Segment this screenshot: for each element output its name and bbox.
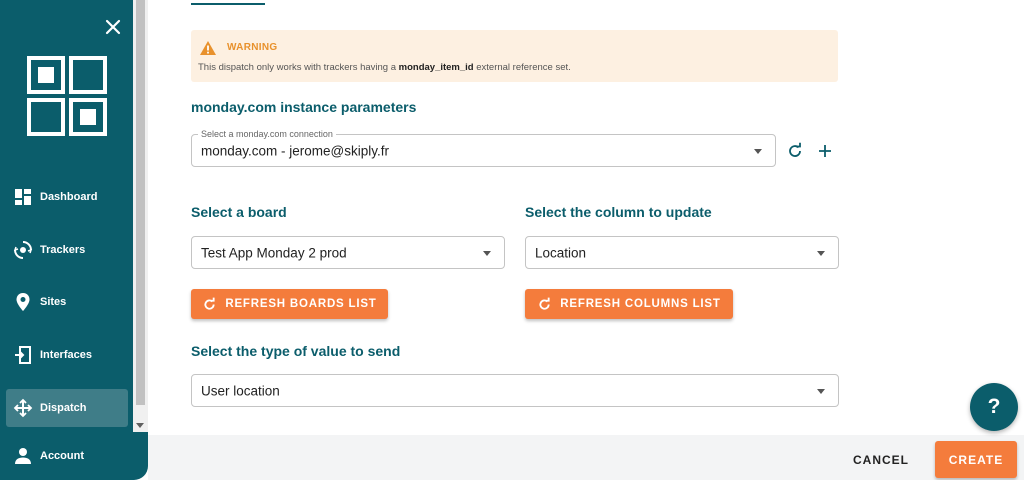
sidebar-item-account[interactable]: Account bbox=[6, 437, 128, 475]
close-icon[interactable] bbox=[103, 17, 123, 37]
refresh-boards-button[interactable]: REFRESH BOARDS LIST bbox=[191, 289, 388, 319]
cancel-button[interactable]: CANCEL bbox=[846, 445, 916, 475]
add-connection-button[interactable] bbox=[815, 141, 835, 161]
warning-icon bbox=[199, 40, 217, 61]
dispatch-icon bbox=[13, 398, 33, 418]
value-type-select[interactable]: User location bbox=[191, 374, 839, 407]
connection-select-value: monday.com - jerome@skiply.fr bbox=[201, 143, 389, 158]
interface-icon bbox=[13, 345, 33, 365]
chevron-down-icon bbox=[483, 250, 491, 256]
sidebar-item-label: Sites bbox=[40, 296, 67, 308]
board-select-value: Test App Monday 2 prod bbox=[201, 245, 347, 260]
chevron-down-icon bbox=[817, 250, 825, 256]
sidebar-item-label: Trackers bbox=[40, 244, 86, 256]
board-select[interactable]: Test App Monday 2 prod bbox=[191, 236, 505, 269]
scrollbar-thumb[interactable] bbox=[136, 0, 145, 405]
value-type-section-title: Select the type of value to send bbox=[191, 343, 401, 359]
help-button[interactable]: ? bbox=[970, 383, 1018, 431]
connection-select[interactable]: Select a monday.com connection monday.co… bbox=[191, 129, 776, 167]
column-select[interactable]: Location bbox=[525, 236, 839, 269]
sidebar-item-label: Interfaces bbox=[40, 349, 92, 361]
refresh-icon bbox=[789, 142, 801, 157]
sidebar-item-trackers[interactable]: Trackers bbox=[6, 231, 128, 269]
instance-params-title: monday.com instance parameters bbox=[191, 99, 417, 115]
app-logo bbox=[27, 56, 107, 136]
connection-select-label: Select a monday.com connection bbox=[198, 129, 336, 139]
chevron-down-icon bbox=[817, 388, 825, 394]
sidebar-item-dashboard[interactable]: Dashboard bbox=[6, 178, 128, 216]
sidebar-item-interfaces[interactable]: Interfaces bbox=[6, 336, 128, 374]
person-icon bbox=[13, 446, 33, 466]
refresh-boards-label: REFRESH BOARDS LIST bbox=[225, 298, 377, 310]
refresh-columns-label: REFRESH COLUMNS LIST bbox=[560, 298, 721, 310]
column-select-value: Location bbox=[535, 245, 587, 260]
dashboard-icon bbox=[13, 187, 33, 207]
sidebar-item-label: Dispatch bbox=[40, 402, 87, 414]
sidebar-item-label: Account bbox=[40, 450, 84, 462]
warning-text: This dispatch only works with trackers h… bbox=[198, 62, 571, 73]
active-tab-indicator bbox=[191, 3, 265, 5]
board-section-title: Select a board bbox=[191, 204, 287, 220]
sidebar-item-label: Dashboard bbox=[40, 191, 98, 203]
sidebar-scrollbar[interactable] bbox=[133, 0, 148, 432]
refresh-connection-button[interactable] bbox=[785, 141, 805, 161]
refresh-icon bbox=[539, 297, 550, 310]
create-button[interactable]: CREATE bbox=[935, 441, 1017, 478]
sidebar: Dashboard Trackers Sites Interfaces Disp bbox=[0, 0, 148, 480]
chevron-down-icon bbox=[754, 148, 762, 154]
plus-icon bbox=[819, 145, 831, 157]
sidebar-item-sites[interactable]: Sites bbox=[6, 283, 128, 321]
warning-banner: WARNING This dispatch only works with tr… bbox=[191, 30, 838, 82]
refresh-columns-button[interactable]: REFRESH COLUMNS LIST bbox=[525, 289, 733, 319]
column-section-title: Select the column to update bbox=[525, 204, 712, 220]
value-type-select-value: User location bbox=[201, 383, 280, 398]
scroll-down-icon[interactable] bbox=[136, 423, 144, 428]
refresh-icon bbox=[204, 297, 215, 310]
tracker-icon bbox=[13, 240, 33, 260]
location-pin-icon bbox=[13, 292, 33, 312]
sidebar-item-dispatch[interactable]: Dispatch bbox=[6, 389, 128, 427]
warning-title: WARNING bbox=[227, 42, 278, 53]
